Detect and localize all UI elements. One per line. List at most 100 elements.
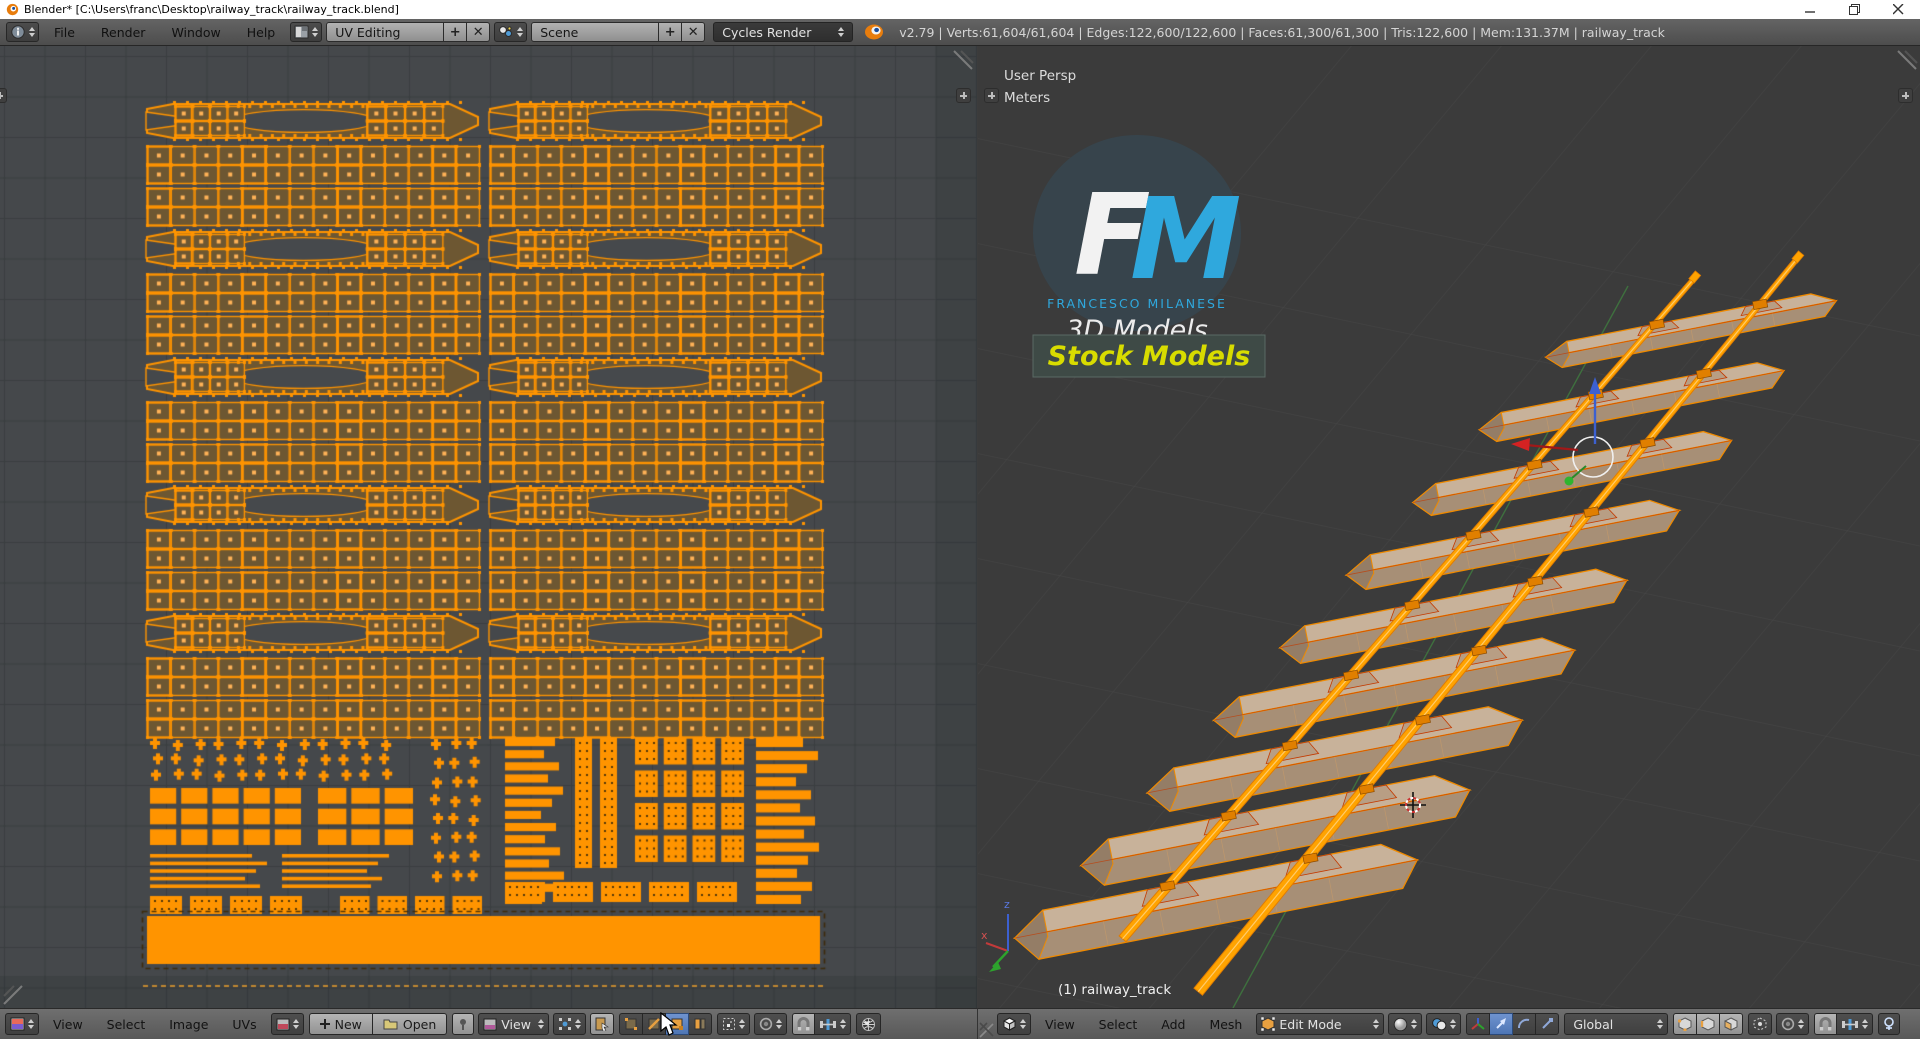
- uv-canvas[interactable]: [0, 46, 977, 1008]
- screen-layout-browse-button[interactable]: [290, 22, 323, 42]
- render-border-button[interactable]: [1878, 1013, 1901, 1035]
- logo-letter-m: M: [1130, 175, 1241, 305]
- properties-region-expander[interactable]: [956, 88, 971, 103]
- uv-select-mode-buttons: [618, 1013, 712, 1035]
- mesh-select-mode-buttons: [1673, 1013, 1744, 1035]
- mini-axis-gizmo: x z: [981, 898, 1010, 972]
- uv-image-editor[interactable]: [0, 46, 977, 1008]
- tool-shelf-expander[interactable]: [984, 88, 999, 103]
- scene-selector: Scene + ✕: [531, 22, 706, 42]
- uv-select-edge-button[interactable]: [642, 1013, 666, 1035]
- proportional-edit-icon: [759, 1017, 773, 1031]
- manipulator-translate-button[interactable]: [1490, 1013, 1514, 1035]
- add-screen-layout-button[interactable]: +: [444, 22, 468, 42]
- minimize-button[interactable]: [1788, 0, 1832, 19]
- proportional-edit-dropdown[interactable]: [1776, 1013, 1810, 1035]
- edge-select-button[interactable]: [1697, 1013, 1721, 1035]
- snap-toggle-button[interactable]: [1814, 1013, 1838, 1035]
- units-label: Meters: [1004, 90, 1050, 106]
- manipulator-y-handle[interactable]: [1564, 476, 1574, 486]
- uv-sync-icon: [595, 1017, 609, 1031]
- edit-mode-icon: [1261, 1017, 1276, 1031]
- menu-add[interactable]: Add: [1149, 1017, 1197, 1032]
- area-split-handle[interactable]: [1890, 49, 1918, 73]
- menu-select[interactable]: Select: [1087, 1017, 1150, 1032]
- add-scene-button[interactable]: +: [659, 22, 683, 42]
- view3d-header: View Select Add Mesh Edit Mode Global: [977, 1008, 1920, 1039]
- sticky-selection-dropdown[interactable]: [716, 1013, 750, 1035]
- screen-layout-field[interactable]: UV Editing: [326, 22, 445, 42]
- menu-file[interactable]: File: [41, 25, 88, 40]
- mode-dropdown[interactable]: Edit Mode: [1256, 1013, 1385, 1035]
- menu-help[interactable]: Help: [234, 25, 289, 40]
- menu-uvs[interactable]: UVs: [220, 1017, 268, 1032]
- menu-select[interactable]: Select: [95, 1017, 158, 1032]
- viewport-3d[interactable]: F M FRANCESCO MILANESE 3D Models Stock M…: [523, 0, 1920, 1039]
- menu-view[interactable]: View: [41, 1017, 95, 1032]
- editor-type-info-button[interactable]: [6, 22, 39, 42]
- pin-image-button[interactable]: [452, 1013, 475, 1035]
- manipulator-rotate-button[interactable]: [1513, 1013, 1537, 1035]
- area-split-handle[interactable]: [946, 49, 974, 73]
- menu-window[interactable]: Window: [158, 25, 233, 40]
- display-mode-dropdown[interactable]: View: [478, 1013, 549, 1035]
- uv-select-island-button[interactable]: [688, 1013, 712, 1035]
- menu-render[interactable]: Render: [88, 25, 159, 40]
- snap-target-dropdown[interactable]: [814, 1013, 851, 1035]
- manipulator-scale-button[interactable]: [1536, 1013, 1560, 1035]
- info-editor-icon: [11, 25, 25, 39]
- menu-view[interactable]: View: [1033, 1017, 1087, 1032]
- restore-button[interactable]: [1832, 0, 1876, 19]
- chevron-updown-icon: [312, 27, 319, 37]
- viewport-3d-scene[interactable]: F M FRANCESCO MILANESE 3D Models Stock M…: [523, 0, 1920, 1039]
- scene-browse-button[interactable]: [494, 22, 528, 42]
- manipulator-x-arrowhead: [1511, 438, 1530, 451]
- chevron-updown-icon: [838, 27, 845, 37]
- editor-type-3dview-button[interactable]: [997, 1013, 1031, 1035]
- pivot-point-dropdown[interactable]: [1426, 1013, 1462, 1035]
- properties-region-expander[interactable]: [1898, 88, 1913, 103]
- menu-mesh[interactable]: Mesh: [1197, 1017, 1254, 1032]
- face-cube-icon: [1724, 1017, 1738, 1031]
- image-browse-button[interactable]: [270, 1013, 304, 1035]
- open-image-button[interactable]: Open: [372, 1013, 448, 1035]
- limit-selection-visible-button[interactable]: [1748, 1013, 1773, 1035]
- uv-globe-button[interactable]: [855, 1013, 881, 1035]
- screen-layout-icon: [294, 25, 309, 39]
- delete-scene-button[interactable]: ✕: [682, 22, 706, 42]
- uv-sync-selection-toggle[interactable]: [589, 1013, 614, 1035]
- editor-type-image-button[interactable]: [5, 1013, 39, 1035]
- snap-increment-icon: [819, 1018, 836, 1030]
- new-image-button[interactable]: New: [308, 1013, 373, 1035]
- area-corner-hatch[interactable]: [979, 1010, 995, 1038]
- pivot-dropdown[interactable]: [552, 1013, 586, 1035]
- snap-target-dropdown[interactable]: [1837, 1013, 1874, 1035]
- sticky-selection-icon: [722, 1018, 735, 1030]
- delete-screen-layout-button[interactable]: ✕: [467, 22, 491, 42]
- menu-image[interactable]: Image: [157, 1017, 220, 1032]
- face-select-button[interactable]: [1720, 1013, 1744, 1035]
- vertex-select-button[interactable]: [1673, 1013, 1698, 1035]
- transform-orientation-dropdown[interactable]: Global: [1564, 1013, 1669, 1035]
- uv-select-vertex-button[interactable]: [618, 1013, 643, 1035]
- close-button[interactable]: [1876, 0, 1920, 19]
- window-title: Blender* [C:\Users\franc\Desktop\railway…: [24, 3, 399, 16]
- render-engine-dropdown[interactable]: Cycles Render: [713, 22, 854, 42]
- shading-sphere-icon: [1394, 1017, 1408, 1031]
- snap-toggle-button[interactable]: [791, 1013, 815, 1035]
- blender-window: Blender* [C:\Users\franc\Desktop\railway…: [0, 0, 1920, 1039]
- scale-icon: [1542, 1018, 1554, 1029]
- chevron-updown-icon: [29, 27, 35, 37]
- uv-select-face-button[interactable]: [665, 1013, 689, 1035]
- tools-region-expander[interactable]: [0, 88, 7, 103]
- axis-x-label: x: [981, 929, 988, 942]
- chevron-updown-icon: [517, 27, 524, 37]
- area-split-handle[interactable]: [2, 984, 28, 1006]
- proportional-edit-dropdown[interactable]: [753, 1013, 787, 1035]
- window-titlebar[interactable]: Blender* [C:\Users\franc\Desktop\railway…: [0, 0, 1920, 19]
- scene-field[interactable]: Scene: [531, 22, 660, 42]
- proportional-edit-icon: [1782, 1017, 1795, 1031]
- manipulator-toggle-button[interactable]: [1466, 1013, 1491, 1035]
- blender-logo-icon: [865, 24, 884, 40]
- viewport-shading-dropdown[interactable]: [1388, 1013, 1423, 1035]
